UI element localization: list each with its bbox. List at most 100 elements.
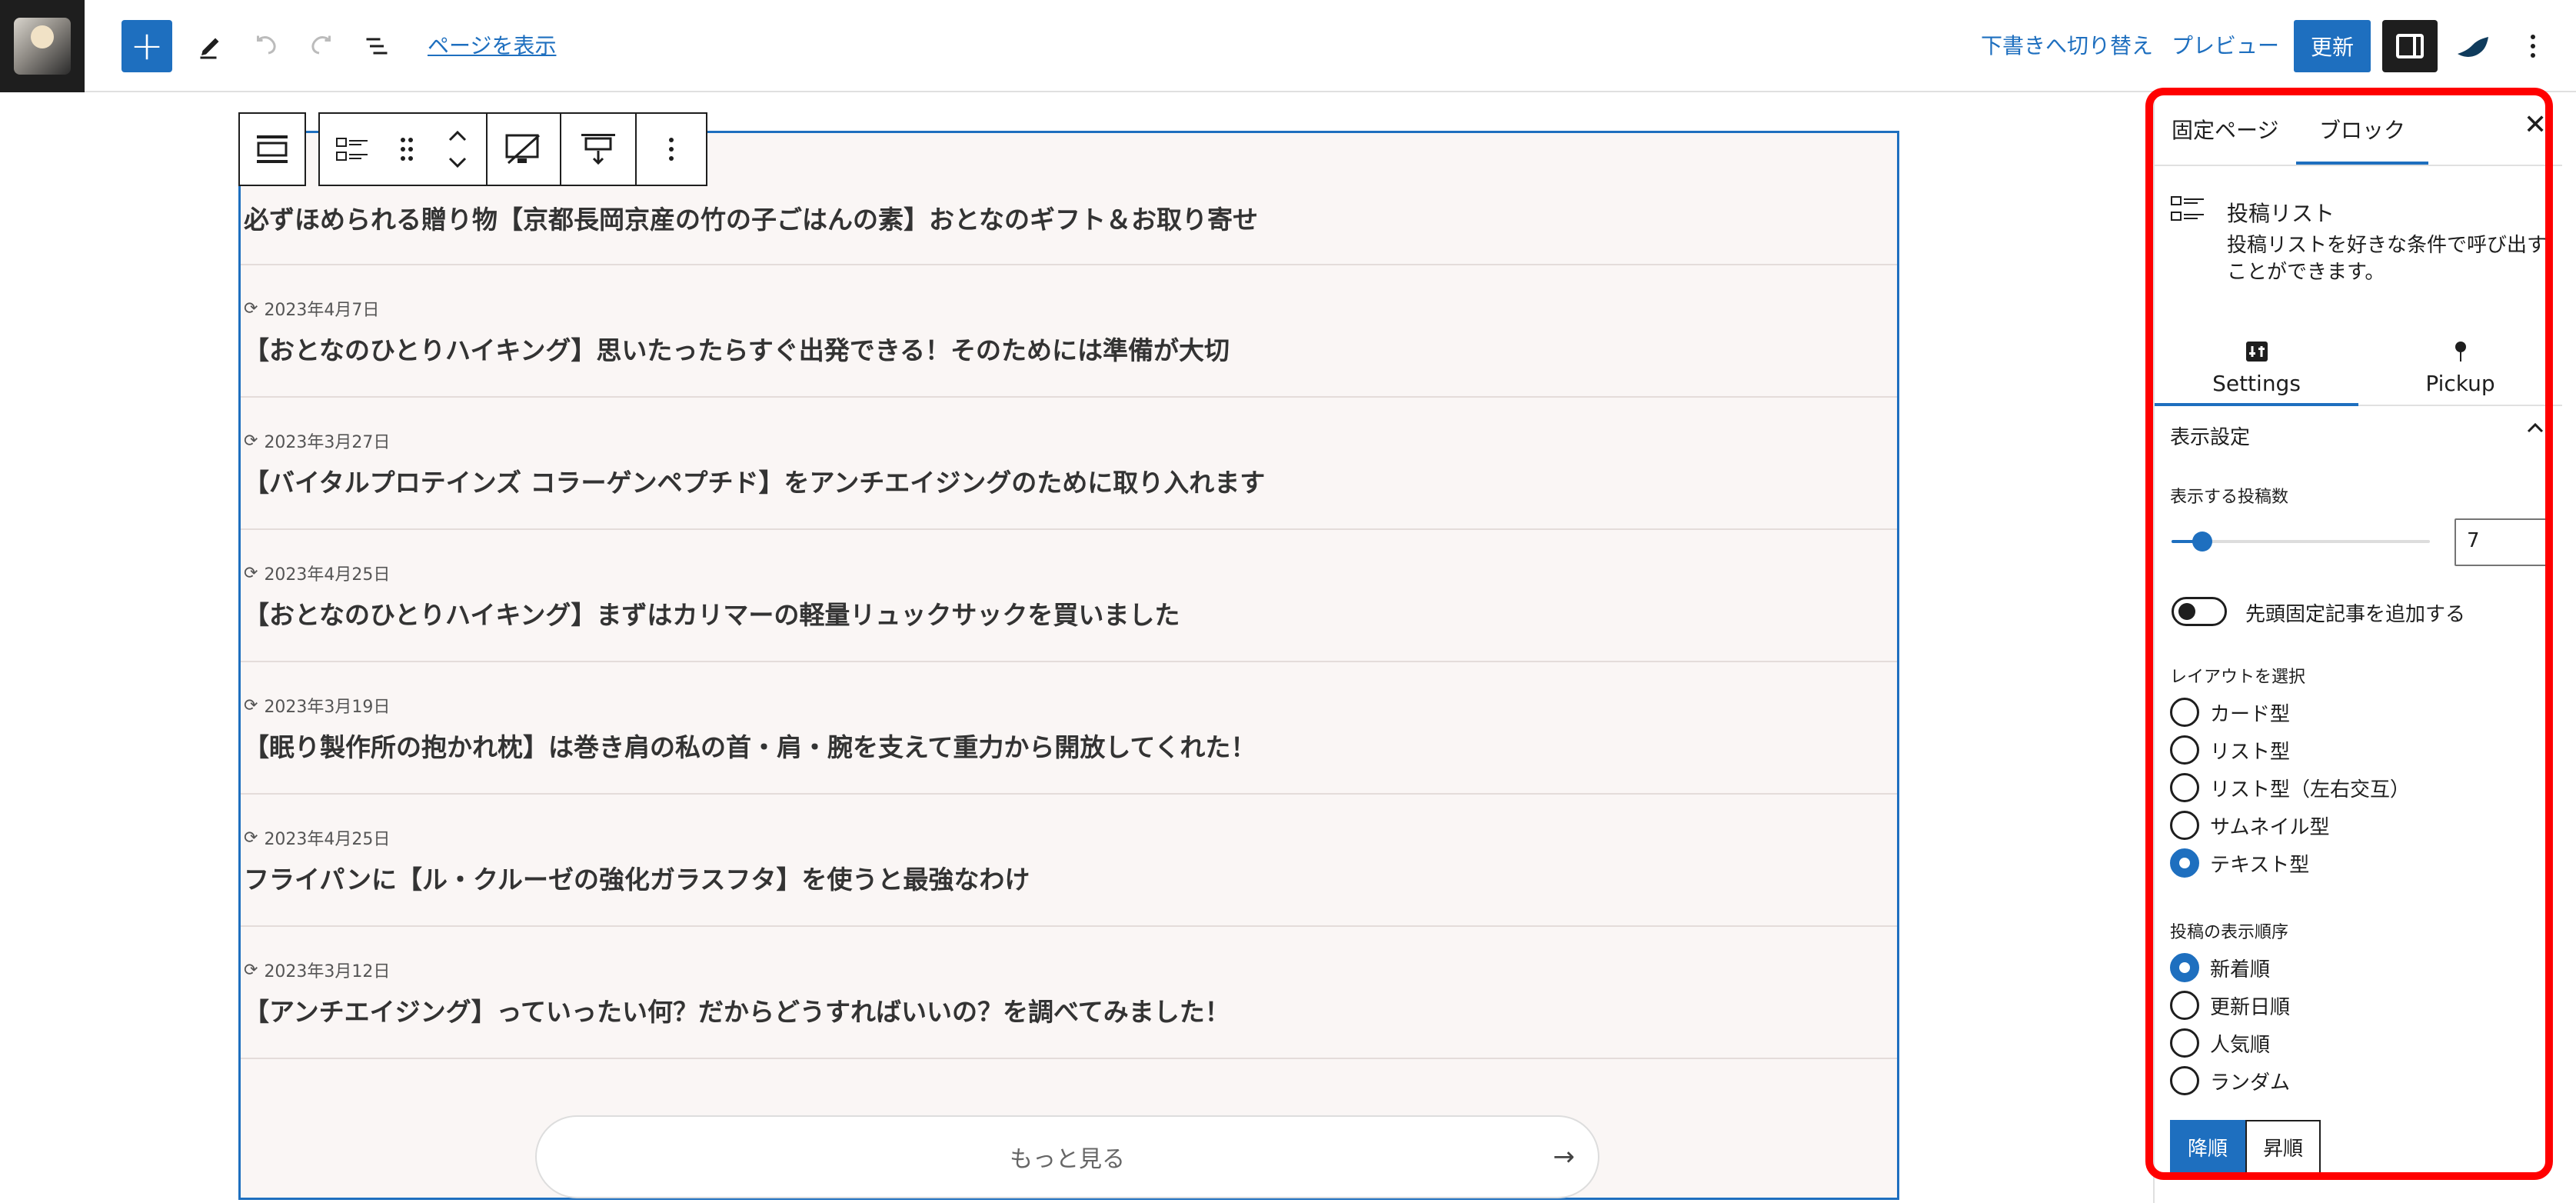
post-title[interactable]: 【バイタルプロテインズ コラーゲンペプチド】をアンチエイジングのために取り入れま… (244, 462, 1265, 499)
post-date-text: 2023年3月12日 (264, 962, 391, 981)
sort-desc-button[interactable]: 降順 (2170, 1120, 2245, 1174)
order-option-updated[interactable]: 更新日順 (2170, 990, 2290, 1021)
list-item[interactable]: ⟳ 2023年3月12日 【アンチエイジング】っていったい何？だからどうすればいい… (241, 927, 1897, 1059)
post-list-block-icon[interactable] (320, 114, 384, 185)
post-title[interactable]: 【おとなのひとりハイキング】思いたったらすぐ出発できる！そのためには準備が大切 (244, 330, 1230, 367)
post-date: ⟳ 2023年3月12日 (244, 958, 390, 982)
post-list-block-icon (2170, 192, 2207, 234)
layout-option-text[interactable]: テキスト型 (2170, 848, 2309, 878)
block-name: 投稿リスト (2227, 201, 2335, 226)
settings-sidebar: 固定ページ ブロック ✕ 投稿リスト 投稿リストを好きな条件で呼び出すことができ… (2153, 92, 2576, 1203)
list-item[interactable]: ⟳ 2023年4月25日 【おとなのひとりハイキング】まずはカリマーの軽量リュック… (241, 530, 1897, 662)
order-option-random[interactable]: ランダム (2170, 1065, 2290, 1096)
plugin-leaf-icon[interactable] (2450, 20, 2496, 72)
layout-option-label: カード型 (2210, 702, 2291, 726)
load-more-label: もっと見る (1010, 1146, 1125, 1173)
update-date-icon: ⟳ (244, 431, 258, 451)
post-count-label: 表示する投稿数 (2170, 488, 2289, 507)
order-option-popular[interactable]: 人気順 (2170, 1028, 2270, 1058)
drag-handle-icon[interactable] (384, 114, 429, 185)
arrow-right-icon: → (1553, 1141, 1576, 1172)
sliders-icon (2155, 340, 2358, 369)
layout-option-card[interactable]: カード型 (2170, 697, 2290, 728)
panel-title[interactable]: 表示設定 (2170, 422, 2250, 450)
radio-button[interactable] (2170, 848, 2199, 878)
post-date-text: 2023年3月27日 (264, 433, 391, 452)
move-up-down-icon[interactable] (429, 114, 486, 185)
options-menu-icon[interactable] (2511, 20, 2554, 72)
post-title[interactable]: 【眠り製作所の抱かれ枕】は巻き肩の私の首・肩・腕を支えて重力から開放してくれた！ (244, 727, 1256, 764)
layout-option-list[interactable]: リスト型 (2170, 735, 2290, 765)
select-parent-icon[interactable] (240, 114, 305, 185)
post-date-text: 2023年4月25日 (264, 565, 391, 585)
layout-option-thumbnail[interactable]: サムネイル型 (2170, 810, 2329, 841)
list-item[interactable]: ⟳ 2023年3月19日 【眠り製作所の抱かれ枕】は巻き肩の私の首・肩・腕を支えて… (241, 662, 1897, 795)
update-button[interactable]: 更新 (2294, 20, 2371, 72)
layout-option-list-alternate[interactable]: リスト型（左右交互） (2170, 772, 2410, 803)
update-date-icon: ⟳ (244, 298, 258, 318)
post-count-input[interactable]: 7 (2455, 518, 2553, 566)
list-item[interactable]: ⟳ 2023年3月27日 【バイタルプロテインズ コラーゲンペプチド】をアンチエイ… (241, 398, 1897, 530)
order-option-newest[interactable]: 新着順 (2170, 952, 2270, 983)
switch-to-draft-button[interactable]: 下書きへ切り替え (1981, 29, 2153, 60)
close-icon[interactable]: ✕ (2524, 109, 2547, 141)
preview-button[interactable]: プレビュー (2172, 29, 2279, 60)
tab-page[interactable]: 固定ページ (2172, 114, 2278, 145)
post-title[interactable]: 【アンチエイジング】っていったい何？だからどうすればいいの？を調べてみました！ (244, 991, 1230, 1028)
post-count-slider[interactable] (2172, 532, 2430, 552)
layout-option-label: テキスト型 (2210, 853, 2310, 877)
toggle-knob (2178, 603, 2195, 620)
update-date-icon: ⟳ (244, 695, 258, 715)
sticky-posts-label: 先頭固定記事を追加する (2245, 603, 2466, 626)
post-title[interactable]: フライパンに【ル・クルーゼの強化ガラスフタ】を使うと最強なわけ (244, 859, 1030, 896)
block-toolbar (238, 112, 707, 186)
sticky-posts-toggle[interactable] (2172, 597, 2227, 626)
layout-option-label: リスト型 (2210, 740, 2291, 764)
device-visibility-icon[interactable] (486, 114, 560, 185)
update-date-icon: ⟳ (244, 828, 258, 848)
tab-block[interactable]: ブロック (2295, 114, 2429, 165)
chevron-up-icon[interactable] (2524, 415, 2547, 446)
undo-icon[interactable] (245, 20, 288, 72)
tab-pickup[interactable]: Pickup (2358, 340, 2562, 396)
post-date-text: 2023年4月7日 (264, 301, 380, 320)
list-view-icon[interactable] (355, 20, 398, 72)
tab-settings[interactable]: Settings (2155, 340, 2358, 406)
view-page-link[interactable]: ページを表示 (428, 29, 556, 60)
radio-button[interactable] (2170, 953, 2199, 982)
list-item[interactable]: ⟳ 2023年4月7日 【おとなのひとりハイキング】思いたったらすぐ出発できる！そ… (241, 265, 1897, 398)
block-parent-group (238, 112, 306, 186)
radio-button[interactable] (2170, 1066, 2199, 1095)
radio-button[interactable] (2170, 1028, 2199, 1058)
tab-settings-label: Settings (2212, 371, 2301, 396)
order-option-label: 人気順 (2210, 1033, 2271, 1057)
order-option-label: ランダム (2210, 1071, 2291, 1095)
add-block-button[interactable]: + (121, 20, 172, 72)
edit-tool-icon[interactable] (189, 20, 232, 72)
order-option-label: 新着順 (2210, 958, 2271, 981)
sort-asc-button[interactable]: 昇順 (2245, 1120, 2321, 1174)
editor-top-toolbar: + ページを表示 下書きへ切り替え プレビュー 更新 (0, 0, 2576, 92)
radio-button[interactable] (2170, 991, 2199, 1020)
spacing-icon[interactable] (560, 114, 635, 185)
redo-icon[interactable] (300, 20, 343, 72)
site-avatar (14, 18, 71, 75)
layout-label: レイアウトを選択 (2170, 668, 2306, 687)
slider-thumb[interactable] (2192, 532, 2213, 552)
post-date-text: 2023年3月19日 (264, 698, 391, 717)
pin-icon (2358, 340, 2562, 369)
radio-button[interactable] (2170, 735, 2199, 765)
radio-button[interactable] (2170, 773, 2199, 802)
post-date: ⟳ 2023年4月25日 (244, 561, 390, 585)
list-item[interactable]: ⟳ 2023年4月25日 フライパンに【ル・クルーゼの強化ガラスフタ】を使うと最強… (241, 795, 1897, 927)
radio-button[interactable] (2170, 698, 2199, 727)
block-description: 投稿リストを好きな条件で呼び出すことができます。 (2227, 234, 2548, 285)
tab-pickup-label: Pickup (2425, 371, 2495, 396)
settings-sidebar-toggle[interactable] (2382, 20, 2438, 72)
post-title[interactable]: 【おとなのひとりハイキング】まずはカリマーの軽量リュックサックを買いました (244, 595, 1180, 631)
post-title[interactable]: 必ずほめられる贈り物【京都長岡京産の竹の子ごはんの素】おとなのギフト＆お取り寄せ (244, 199, 1258, 236)
radio-button[interactable] (2170, 811, 2199, 840)
block-options-icon[interactable] (635, 114, 706, 185)
site-icon-button[interactable] (0, 0, 85, 92)
load-more-button[interactable]: もっと見る → (535, 1115, 1599, 1198)
